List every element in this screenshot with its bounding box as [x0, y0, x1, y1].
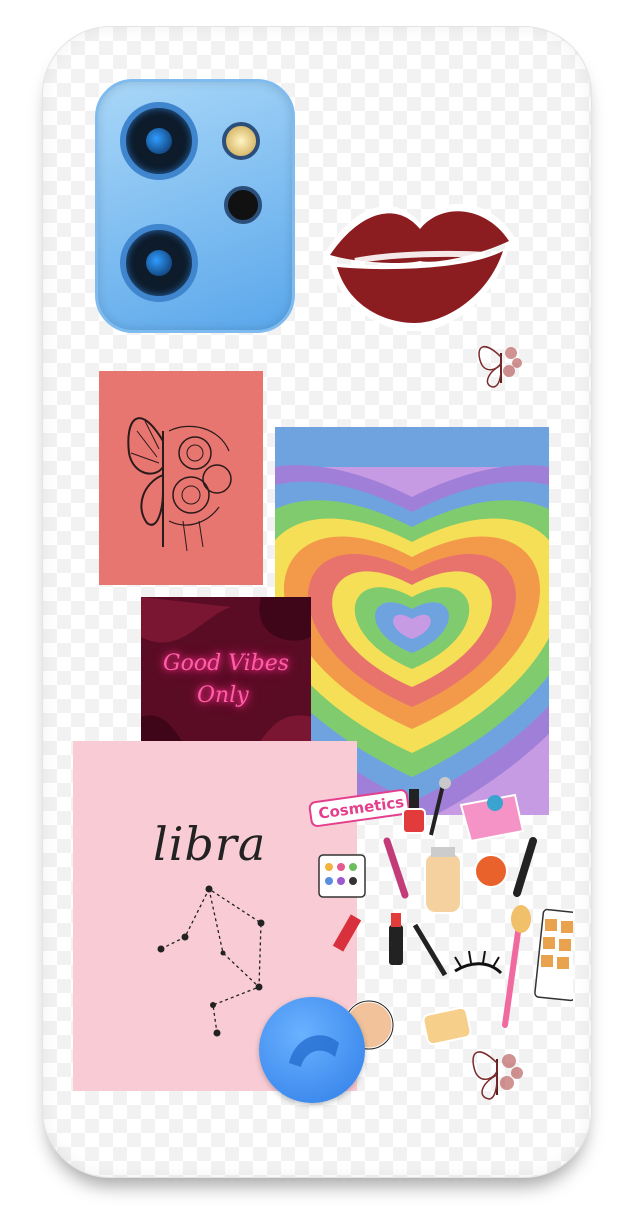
- blue-circle-icon: [259, 997, 365, 1103]
- butterfly-small-bottom-icon: [472, 1051, 523, 1100]
- flash-icon: [222, 122, 260, 160]
- neon-line-2: Only: [197, 683, 249, 708]
- butterfly-small-top-icon: [478, 346, 522, 388]
- camera-module: [95, 79, 295, 333]
- coral-card: [99, 371, 263, 585]
- camera-lens-top-icon: [120, 102, 198, 180]
- butterfly-flower-sketch-icon: [127, 417, 232, 552]
- phone-case: Good Vibes Only libra Cosmetics: [42, 26, 592, 1178]
- sensor-icon: [224, 186, 262, 224]
- neon-line-1: Good Vibes: [163, 651, 290, 676]
- camera-lens-bottom-icon: [120, 224, 198, 302]
- lips-icon: [325, 203, 515, 332]
